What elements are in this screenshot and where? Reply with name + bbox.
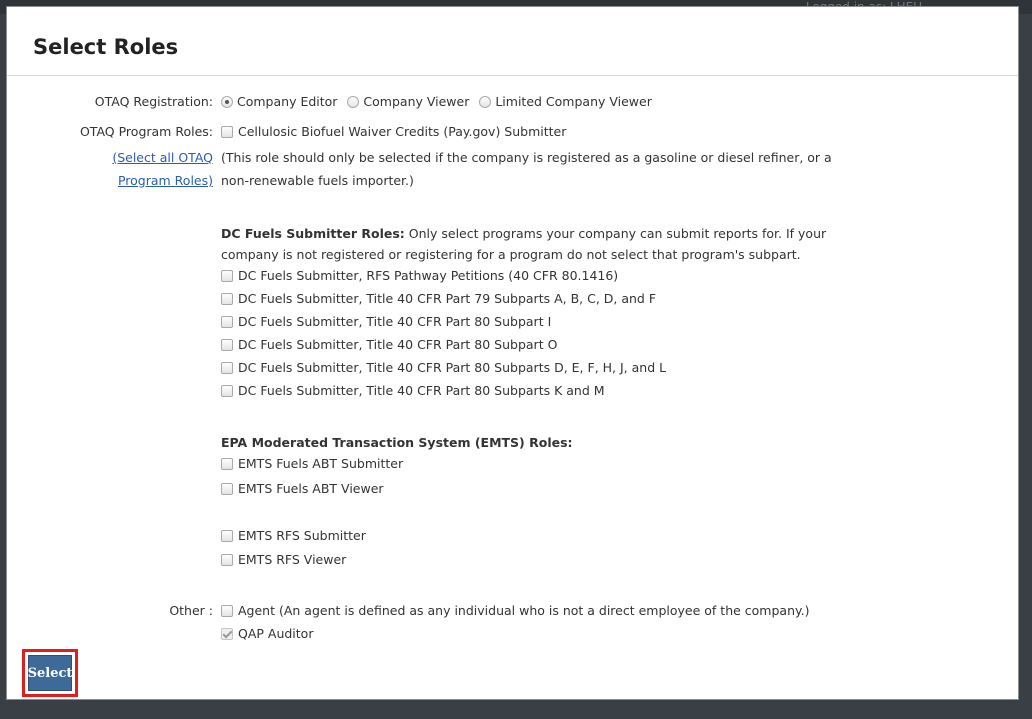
dc-fuels-desc-line1: DC Fuels Submitter Roles: Only select pr… [221,226,827,241]
other-label: Other : [169,603,213,618]
select-all-link-line1[interactable]: (Select all OTAQ [27,150,213,165]
dc-fuels-item[interactable]: DC Fuels Submitter, RFS Pathway Petition… [221,268,618,283]
emts-item[interactable]: EMTS RFS Submitter [221,528,366,543]
cellulosic-checkbox[interactable] [221,126,233,138]
emts-item[interactable]: EMTS Fuels ABT Submitter [221,456,403,471]
option-limited-company-viewer[interactable]: Limited Company Viewer [479,94,652,109]
emts-item[interactable]: EMTS RFS Viewer [221,552,346,567]
emts-checkbox[interactable] [221,554,233,566]
dc-fuels-checkbox[interactable] [221,385,233,397]
dialog-title: Select Roles [33,35,179,59]
dc-fuels-desc-line2: company is not registered or registering… [221,247,801,262]
radio-limited-company-viewer[interactable] [479,96,492,108]
dc-fuels-checkbox[interactable] [221,293,233,305]
emts-item[interactable]: EMTS Fuels ABT Viewer [221,481,384,496]
select-roles-dialog: Select Roles OTAQ Registration: Company … [6,6,1019,700]
dc-fuels-item[interactable]: DC Fuels Submitter, Title 40 CFR Part 80… [221,314,551,329]
agent-option[interactable]: Agent (An agent is defined as any indivi… [221,603,809,618]
dc-fuels-checkbox[interactable] [221,339,233,351]
radio-company-editor[interactable] [221,96,233,108]
dc-fuels-heading: DC Fuels Submitter Roles: [221,226,405,241]
option-company-editor[interactable]: Company Editor [221,94,337,109]
dc-fuels-item[interactable]: DC Fuels Submitter, Title 40 CFR Part 79… [221,291,656,306]
dc-fuels-checkbox[interactable] [221,270,233,282]
dc-fuels-checkbox[interactable] [221,316,233,328]
qap-auditor-option: QAP Auditor [221,626,313,641]
dc-fuels-item[interactable]: DC Fuels Submitter, Title 40 CFR Part 80… [221,383,605,398]
dc-fuels-item[interactable]: DC Fuels Submitter, Title 40 CFR Part 80… [221,337,557,352]
emts-checkbox[interactable] [221,530,233,542]
emts-checkbox[interactable] [221,483,233,495]
program-roles-label: OTAQ Program Roles: [79,124,213,139]
title-divider [7,75,1018,76]
option-company-viewer[interactable]: Company Viewer [347,94,469,109]
select-button[interactable]: Select [28,655,72,691]
dc-fuels-item[interactable]: DC Fuels Submitter, Title 40 CFR Part 80… [221,360,666,375]
emts-checkbox[interactable] [221,458,233,470]
agent-checkbox[interactable] [221,605,233,617]
program-roles-note-line1: (This role should only be selected if th… [221,150,832,165]
qap-auditor-checkbox [221,628,233,640]
radio-company-viewer[interactable] [347,96,360,108]
program-roles-note-line2: non-renewable fuels importer.) [221,173,414,188]
registration-label: OTAQ Registration: [94,94,213,109]
cellulosic-option[interactable]: Cellulosic Biofuel Waiver Credits (Pay.g… [221,124,566,139]
select-all-link-line2[interactable]: Program Roles) [27,173,213,188]
dc-fuels-checkbox[interactable] [221,362,233,374]
registration-options: Company Editor Company Viewer Limited Co… [221,94,658,109]
emts-heading: EPA Moderated Transaction System (EMTS) … [221,435,573,450]
